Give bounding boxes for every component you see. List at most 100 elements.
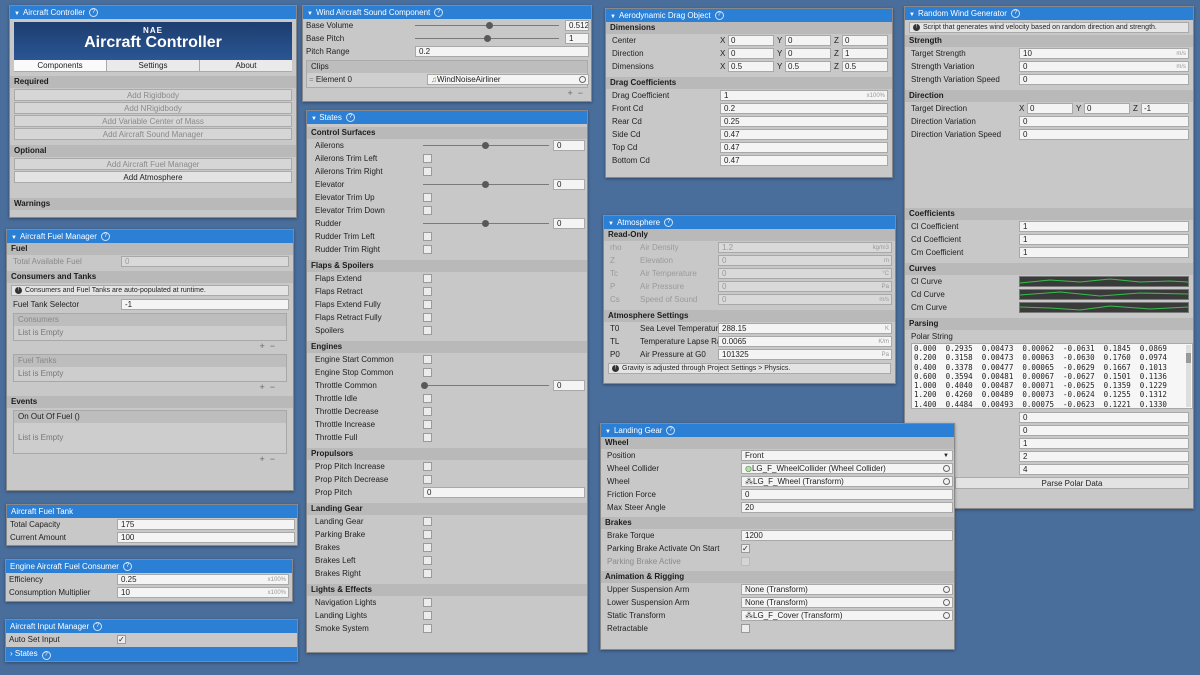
collapse-icon[interactable]: ▼ [11, 235, 17, 241]
states-foldout[interactable]: › States? [6, 647, 297, 661]
panel-header[interactable]: ▼ Wind Aircraft Sound Component? [303, 6, 591, 19]
direction-x-field[interactable]: 0 [728, 48, 774, 59]
dimensions-y-field[interactable]: 0.5 [785, 61, 831, 72]
scrollbar[interactable] [1186, 345, 1191, 407]
navigation-lights-checkbox[interactable] [423, 598, 432, 607]
temperature-lapse-ra-field[interactable]: 0.0065 K/m [718, 336, 892, 347]
direction-variation-field[interactable]: 0 [1019, 116, 1189, 127]
fuel-tanks-add-remove[interactable]: + − [7, 382, 293, 393]
help-icon[interactable]: ? [89, 8, 99, 18]
panel-header[interactable]: ▼ Atmosphere? [604, 216, 895, 229]
slider-knob[interactable] [484, 35, 491, 42]
cd-coefficient-field[interactable]: 1 [1019, 234, 1189, 245]
elevator-trim-up-checkbox[interactable] [423, 193, 432, 202]
add-fuel-manager-button[interactable]: Add Aircraft Fuel Manager [14, 158, 292, 170]
prop-pitch-decrease-checkbox[interactable] [423, 475, 432, 484]
brakes-checkbox[interactable] [423, 543, 432, 552]
object-picker-icon[interactable] [943, 465, 950, 472]
center-x-field[interactable]: 0 [728, 35, 774, 46]
base-pitch-slider[interactable] [415, 35, 559, 42]
object-picker-icon[interactable] [943, 478, 950, 485]
index-field[interactable]: 1 [1019, 438, 1189, 449]
elevator-trim-down-checkbox[interactable] [423, 206, 432, 215]
dimensions-x-field[interactable]: 0.5 [728, 61, 774, 72]
flaps-extend-fully-checkbox[interactable] [423, 300, 432, 309]
cm-curve-field[interactable] [1019, 302, 1189, 313]
elevator-field[interactable]: 0 [553, 179, 585, 190]
panel-header[interactable]: Aircraft Fuel Tank [7, 505, 297, 518]
parse-polar-data-button[interactable]: Parse Polar Data [955, 477, 1189, 489]
collapse-icon[interactable]: ▼ [605, 429, 611, 435]
index-field[interactable]: 0 [1019, 412, 1189, 423]
target-direction-z[interactable]: -1 [1141, 103, 1189, 114]
spoilers-checkbox[interactable] [423, 326, 432, 335]
rudder-trim-left-checkbox[interactable] [423, 232, 432, 241]
strength-variation-speed-field[interactable]: 0 [1019, 74, 1189, 85]
throttle-decrease-checkbox[interactable] [423, 407, 432, 416]
slider-knob[interactable] [482, 181, 489, 188]
upper-suspension-arm-field[interactable]: None (Transform) [741, 584, 953, 595]
tab-about[interactable]: About [200, 60, 292, 71]
help-icon[interactable]: ? [345, 113, 355, 123]
help-icon[interactable]: ? [666, 426, 676, 436]
add-sound-manager-button[interactable]: Add Aircraft Sound Manager [14, 128, 292, 140]
base-volume-slider[interactable] [415, 22, 559, 29]
add-atmosphere-button[interactable]: Add Atmosphere [14, 171, 292, 183]
index-field[interactable]: 0 [1019, 425, 1189, 436]
drag-coefficient-field[interactable]: 1 x100% [720, 90, 888, 101]
parking-brake-on-start-checkbox[interactable] [741, 542, 750, 555]
brake-torque-field[interactable]: 1200 [741, 530, 953, 541]
landing-lights-checkbox[interactable] [423, 611, 432, 620]
target-strength-field[interactable]: 10 m/s [1019, 48, 1189, 59]
lower-suspension-arm-field[interactable]: None (Transform) [741, 597, 953, 608]
direction-y-field[interactable]: 0 [785, 48, 831, 59]
panel-header[interactable]: ▼ Random Wind Generator? [905, 7, 1193, 20]
prop-pitch-increase-checkbox[interactable] [423, 462, 432, 471]
slider-knob[interactable] [482, 220, 489, 227]
help-icon[interactable]: ? [434, 8, 444, 18]
scrollbar-thumb[interactable] [1186, 353, 1191, 363]
smoke-system-checkbox[interactable] [423, 624, 432, 633]
rudder-field[interactable]: 0 [553, 218, 585, 229]
slider-knob[interactable] [485, 22, 493, 29]
panel-header[interactable]: Aircraft Input Manager? [6, 620, 297, 633]
throttle-full-checkbox[interactable] [423, 433, 432, 442]
cl-curve-field[interactable] [1019, 276, 1189, 287]
air-pressure-at-g0-field[interactable]: 101325 Pa [718, 349, 892, 360]
target-direction-y[interactable]: 0 [1084, 103, 1130, 114]
friction-force-field[interactable]: 0 [741, 489, 953, 500]
add-variable-com-button[interactable]: Add Variable Center of Mass [14, 115, 292, 127]
engine-stop-common-checkbox[interactable] [423, 368, 432, 377]
object-picker-icon[interactable] [943, 586, 950, 593]
tab-components[interactable]: Components [14, 60, 107, 71]
dimensions-z-field[interactable]: 0.5 [842, 61, 888, 72]
ailerons-field[interactable]: 0 [553, 140, 585, 151]
fuel-tank-selector-field[interactable]: -1 [121, 299, 289, 310]
base-volume-field[interactable]: 0.512 [565, 20, 589, 31]
collapse-icon[interactable]: ▼ [608, 221, 614, 227]
center-z-field[interactable]: 0 [842, 35, 888, 46]
add-rigidbody-button[interactable]: Add Rigidbody [14, 89, 292, 101]
strength-variation-field[interactable]: 0 m/s [1019, 61, 1189, 72]
chevron-down-icon[interactable]: ▼ [311, 116, 317, 122]
throttle-idle-checkbox[interactable] [423, 394, 432, 403]
prop-pitch-field[interactable]: 0 [423, 487, 585, 498]
throttle-common-field[interactable]: 0 [553, 380, 585, 391]
cl-coefficient-field[interactable]: 1 [1019, 221, 1189, 232]
help-icon[interactable]: ? [93, 622, 103, 632]
position-dropdown[interactable]: Front ▼ [741, 450, 953, 461]
sea-level-temperatur-field[interactable]: 288.15 K [718, 323, 892, 334]
element-0-field[interactable]: ♫WindNoiseAirliner [427, 74, 589, 85]
help-icon[interactable]: ? [41, 651, 51, 660]
help-icon[interactable]: ? [100, 232, 110, 242]
rear-cd-field[interactable]: 0.25 [720, 116, 888, 127]
panel-header[interactable]: ▼ Aircraft Controller? [10, 6, 296, 19]
retractable-checkbox[interactable] [741, 624, 750, 633]
flaps-retract-checkbox[interactable] [423, 287, 432, 296]
object-picker-icon[interactable] [943, 612, 950, 619]
help-icon[interactable]: ? [714, 11, 724, 21]
current-amount-field[interactable]: 100 [117, 532, 295, 543]
consumers-add-remove[interactable]: + − [7, 341, 293, 352]
collapse-icon[interactable]: ▼ [307, 11, 313, 17]
collapse-icon[interactable]: ▼ [909, 12, 915, 18]
